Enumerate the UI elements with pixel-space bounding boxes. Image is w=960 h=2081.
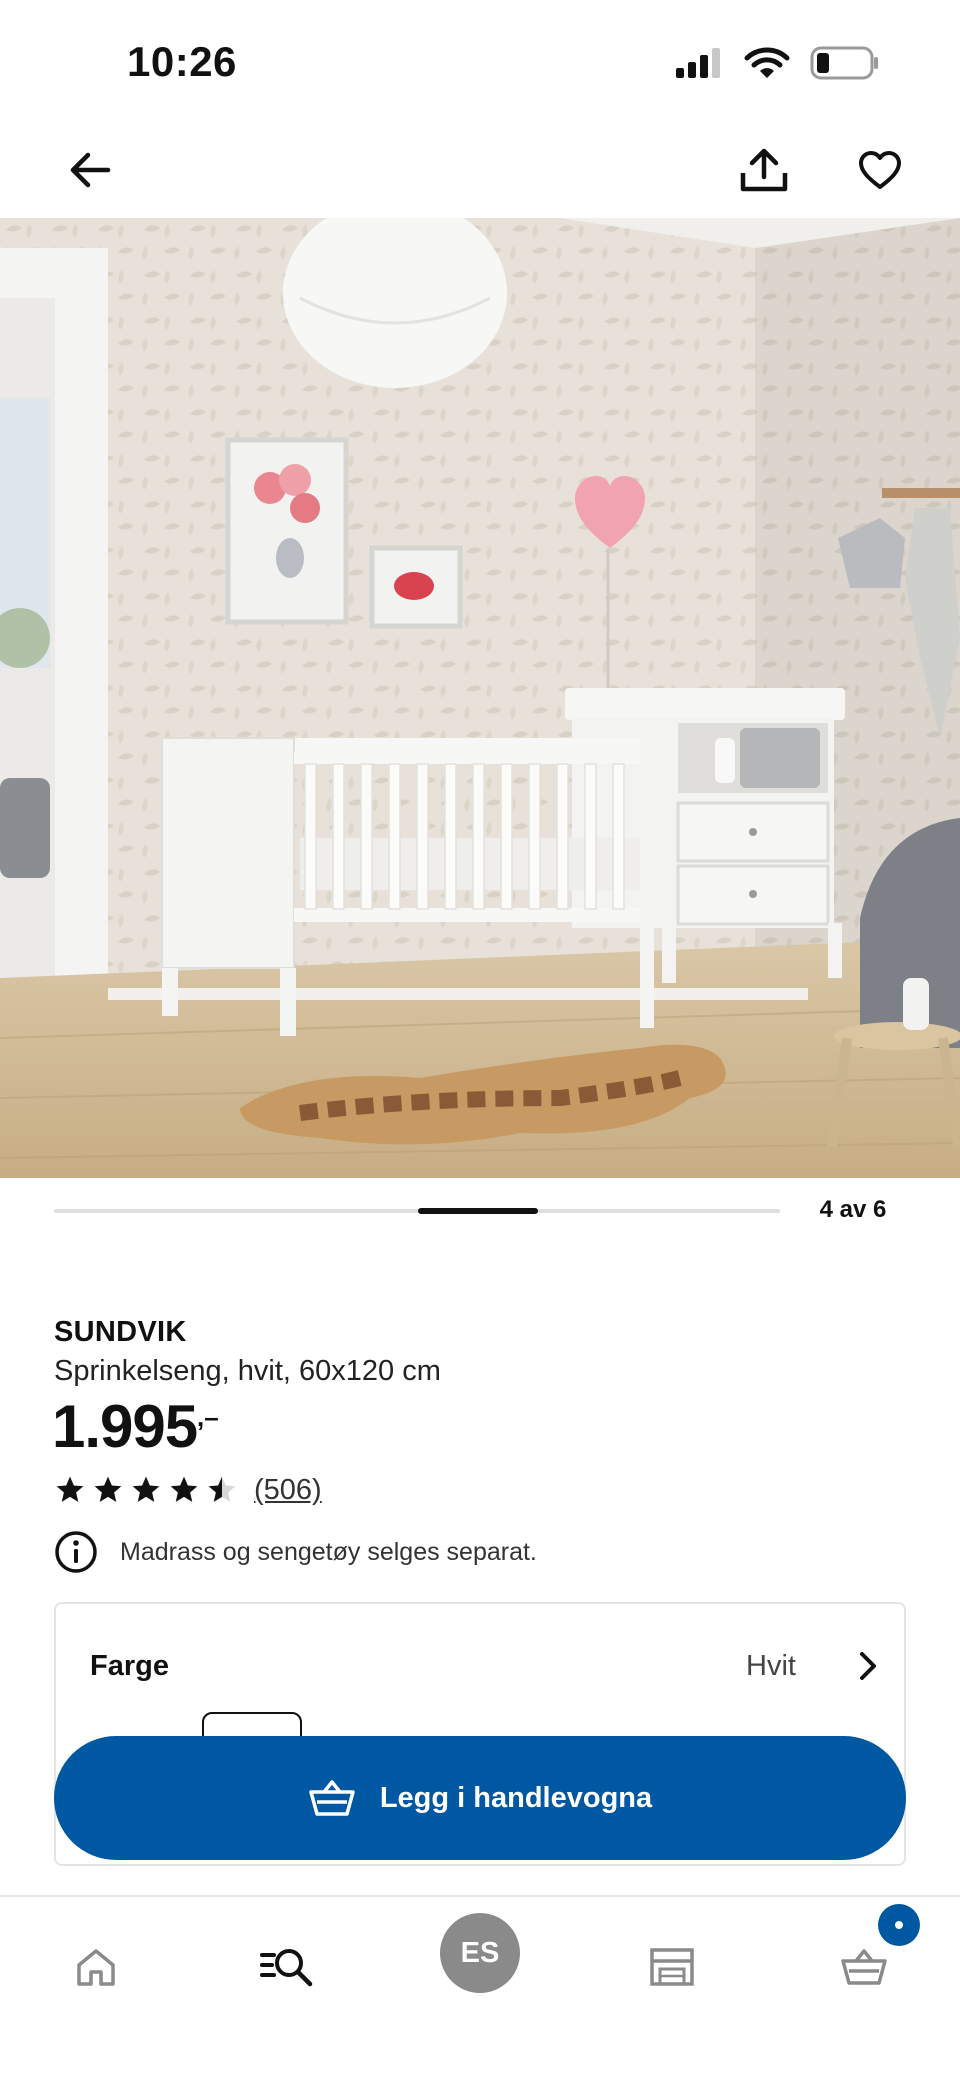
info-notice: Madrass og sengetøy selges separat. [54,1530,537,1574]
product-description: Sprinkelseng, hvit, 60x120 cm [54,1355,441,1387]
bottom-navigation: ES [0,1895,960,2081]
wifi-icon [744,47,790,84]
carousel-counter: 4 av 6 [819,1196,887,1223]
status-time: 10:26 [127,38,237,85]
chevron-right-icon [860,1652,876,1680]
cart-icon [841,1949,887,1985]
nursery-photo [0,218,960,1178]
half-star-icon [208,1476,236,1502]
nav-search[interactable] [247,1927,327,2007]
star-icon [56,1476,84,1502]
basket-icon [309,1780,355,1816]
signal-icon [674,48,724,83]
search-icon [260,1949,313,1987]
cart-badge-dot [895,1921,903,1929]
star-icon [132,1476,160,1502]
add-to-cart-button[interactable]: Legg i handlevogna [54,1736,906,1860]
nav-home[interactable] [56,1927,136,2007]
cart-badge [878,1904,920,1946]
store-icon [650,1948,694,1986]
heart-icon [859,151,901,189]
carousel-indicator [418,1208,538,1214]
review-count-link[interactable]: (506) [254,1474,322,1507]
info-icon [55,1531,97,1573]
info-text: Madrass og sengetøy selges separat. [120,1537,537,1566]
home-icon [77,1949,115,1986]
battery-icon [810,46,880,85]
star-icon [94,1476,122,1502]
nav-profile-avatar[interactable]: ES [440,1913,520,1993]
add-to-cart-label: Legg i handlevogna [379,1781,653,1814]
rating-stars[interactable] [54,1474,238,1506]
status-icons [674,46,880,85]
price-suffix: ,– [197,1402,219,1432]
color-value: Hvit [746,1650,796,1682]
arrow-left-icon [70,152,111,188]
back-button[interactable] [58,138,122,202]
share-icon [740,148,788,192]
color-label: Farge [90,1650,169,1682]
product-price: 1.995 [52,1393,198,1460]
star-icon [170,1476,198,1502]
app-header [0,120,960,218]
carousel-progress [54,1208,780,1214]
product-image[interactable] [0,218,960,1178]
status-bar: 10:26 [0,0,960,120]
product-name: SUNDVIK [54,1316,187,1348]
favorite-button[interactable] [848,138,912,202]
nav-store[interactable] [632,1927,712,2007]
share-button[interactable] [732,138,796,202]
